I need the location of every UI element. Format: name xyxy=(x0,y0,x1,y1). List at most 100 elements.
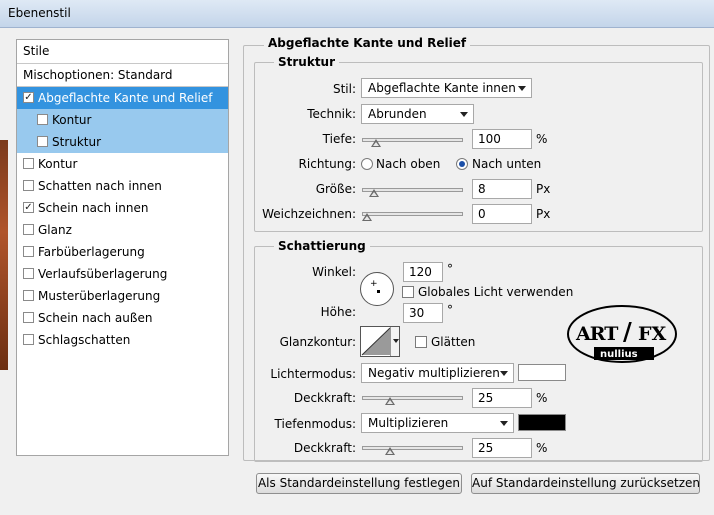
slider-thumb[interactable] xyxy=(385,397,395,405)
global-light-checkbox[interactable] xyxy=(402,286,414,298)
angle-dial[interactable]: + xyxy=(360,272,394,306)
style-item-checkbox[interactable] xyxy=(23,268,34,279)
chevron-down-icon xyxy=(500,421,508,426)
soften-input[interactable]: 0 xyxy=(472,204,532,224)
direction-up-label[interactable]: Nach oben xyxy=(376,157,440,171)
global-light-label[interactable]: Globales Licht verwenden xyxy=(418,285,573,299)
direction-down-radio[interactable] xyxy=(456,158,468,170)
style-item-label: Glanz xyxy=(38,223,72,237)
window-title: Ebenenstil xyxy=(8,6,71,20)
style-item-label: Schlagschatten xyxy=(38,333,131,347)
shadow-color-swatch[interactable] xyxy=(518,414,566,431)
chevron-down-icon xyxy=(518,86,526,91)
style-item-checkbox[interactable] xyxy=(23,180,34,191)
style-item-checkbox[interactable] xyxy=(23,312,34,323)
chevron-down-icon xyxy=(500,371,508,376)
contour-dropdown-button[interactable] xyxy=(390,327,399,356)
reset-default-button[interactable]: Auf Standardeinstellung zurücksetzen xyxy=(471,473,700,494)
styles-header[interactable]: Stile xyxy=(17,40,228,62)
crosshair-icon: + xyxy=(370,279,378,289)
style-item-checkbox[interactable] xyxy=(23,158,34,169)
style-item-checkbox[interactable] xyxy=(23,334,34,345)
depth-slider[interactable] xyxy=(362,135,463,147)
blending-options-label: Mischoptionen: Standard xyxy=(23,68,173,82)
direction-down-label[interactable]: Nach unten xyxy=(472,157,541,171)
size-input[interactable]: 8 xyxy=(472,179,532,199)
gloss-contour-label: Glanzkontur: xyxy=(279,335,356,349)
antialias-checkbox[interactable] xyxy=(415,336,427,348)
direction-label: Richtung: xyxy=(298,157,356,171)
shadow-mode-dropdown[interactable]: Multiplizieren xyxy=(361,413,514,433)
style-item[interactable]: Struktur xyxy=(17,131,228,153)
style-item-label: Musterüberlagerung xyxy=(38,289,161,303)
shadow-mode-value: Multiplizieren xyxy=(368,416,449,430)
highlight-opacity-label: Deckkraft: xyxy=(293,391,356,405)
antialias-label[interactable]: Glätten xyxy=(431,335,475,349)
style-item[interactable]: Musterüberlagerung xyxy=(17,285,228,307)
slider-thumb[interactable] xyxy=(371,139,381,147)
altitude-input[interactable]: 30 xyxy=(403,303,443,323)
angle-unit: ° xyxy=(447,262,453,276)
style-item[interactable]: Farbüberlagerung xyxy=(17,241,228,263)
shadow-opacity-slider[interactable] xyxy=(362,443,463,455)
style-item[interactable]: Schatten nach innen xyxy=(17,175,228,197)
style-item[interactable]: Kontur xyxy=(17,153,228,175)
slider-track xyxy=(362,446,463,450)
style-item[interactable]: Verlaufsüberlagerung xyxy=(17,263,228,285)
structure-title: Struktur xyxy=(274,55,340,69)
highlight-mode-value: Negativ multiplizieren xyxy=(368,366,500,380)
style-item[interactable]: Glanz xyxy=(17,219,228,241)
style-item[interactable]: Schein nach außen xyxy=(17,307,228,329)
highlight-color-swatch[interactable] xyxy=(518,364,566,381)
style-item[interactable]: Kontur xyxy=(17,109,228,131)
soften-slider[interactable] xyxy=(362,209,463,221)
size-slider[interactable] xyxy=(362,185,463,197)
style-item-label: Schatten nach innen xyxy=(38,179,162,193)
style-item-checkbox[interactable] xyxy=(37,114,48,125)
soften-unit: Px xyxy=(536,207,551,221)
angle-label: Winkel: xyxy=(312,265,356,279)
styles-header-label: Stile xyxy=(23,44,50,58)
style-item-label: Schein nach innen xyxy=(38,201,149,215)
style-item-checkbox[interactable] xyxy=(23,224,34,235)
logo-slash-text: / xyxy=(623,317,632,346)
technique-dropdown[interactable]: Abrunden xyxy=(361,104,474,124)
style-item-label: Kontur xyxy=(52,113,92,127)
blending-options-item[interactable]: Mischoptionen: Standard xyxy=(17,64,228,86)
highlight-mode-label: Lichtermodus: xyxy=(270,367,356,381)
contour-curve-icon xyxy=(361,327,391,356)
style-dropdown[interactable]: Abgeflachte Kante innen xyxy=(361,78,532,98)
style-item-label: Farbüberlagerung xyxy=(38,245,145,259)
shadow-opacity-input[interactable]: 25 xyxy=(472,438,532,458)
slider-thumb[interactable] xyxy=(362,213,372,221)
style-item-checkbox[interactable] xyxy=(23,290,34,301)
highlight-opacity-slider[interactable] xyxy=(362,393,463,405)
style-item-label: Verlaufsüberlagerung xyxy=(38,267,168,281)
style-item-checkbox[interactable]: ✓ xyxy=(23,92,34,103)
make-default-button[interactable]: Als Standardeinstellung festlegen xyxy=(256,473,462,494)
style-item[interactable]: Schlagschatten xyxy=(17,329,228,351)
slider-thumb[interactable] xyxy=(369,189,379,197)
size-unit: Px xyxy=(536,182,551,196)
style-item-checkbox[interactable] xyxy=(37,136,48,147)
style-item-label: Struktur xyxy=(52,135,102,149)
shadow-opacity-unit: % xyxy=(536,441,548,455)
gloss-contour-picker[interactable] xyxy=(360,326,400,357)
style-item[interactable]: ✓ Schein nach innen xyxy=(17,197,228,219)
technique-label: Technik: xyxy=(307,107,356,121)
title-bar: Ebenenstil xyxy=(0,0,714,28)
style-item-checkbox[interactable]: ✓ xyxy=(23,202,34,213)
style-item-label: Abgeflachte Kante und Relief xyxy=(38,91,213,105)
shadow-mode-label: Tiefenmodus: xyxy=(274,417,356,431)
style-item[interactable]: ✓ Abgeflachte Kante und Relief xyxy=(17,87,228,109)
highlight-mode-dropdown[interactable]: Negativ multiplizieren xyxy=(361,363,514,383)
direction-up-radio[interactable] xyxy=(361,158,373,170)
highlight-opacity-input[interactable]: 25 xyxy=(472,388,532,408)
depth-input[interactable]: 100 xyxy=(472,129,532,149)
altitude-label: Höhe: xyxy=(320,305,356,319)
slider-thumb[interactable] xyxy=(385,447,395,455)
depth-unit: % xyxy=(536,132,548,146)
style-item-checkbox[interactable] xyxy=(23,246,34,257)
angle-input[interactable]: 120 xyxy=(403,262,443,282)
altitude-unit: ° xyxy=(447,303,453,317)
